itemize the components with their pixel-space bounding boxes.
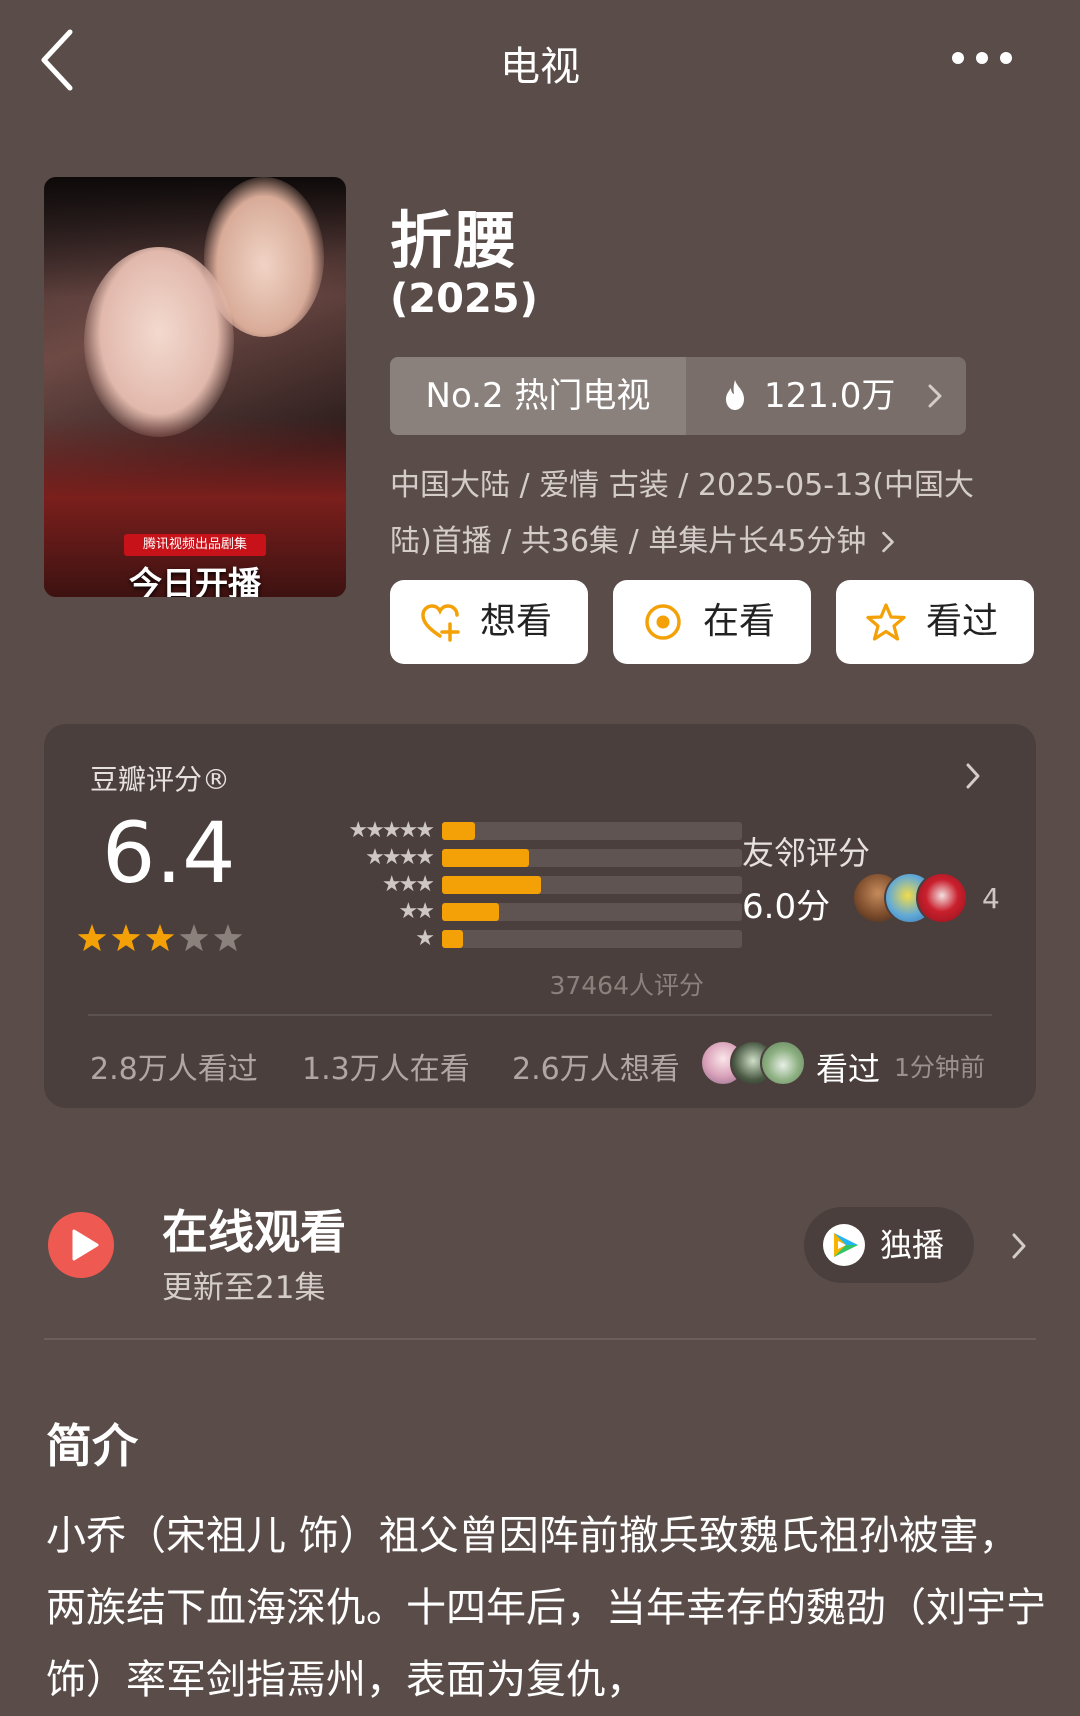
show-title: 折腰 <box>390 204 519 277</box>
watching-label: 在看 <box>703 601 776 642</box>
rating-stars <box>77 924 243 952</box>
histogram-track <box>442 822 742 840</box>
more-options-icon[interactable] <box>950 48 1014 68</box>
histogram-row: ★★★ <box>266 872 742 897</box>
intro-heading: 简介 <box>46 1419 138 1473</box>
poster-actor-female <box>84 247 234 437</box>
rank-label: No.2 热门电视 <box>390 357 686 435</box>
rating-count: 37464人评分 <box>549 971 704 1000</box>
meta-line-2: 陆)首播 / 共36集 / 单集片长45分钟 <box>390 524 867 559</box>
watched-button[interactable]: 看过 <box>836 580 1034 664</box>
douban-rating-label: 豆瓣评分® <box>90 763 231 796</box>
rating-card[interactable]: 豆瓣评分® 6.4 ★★★★★ ★★★★ ★★★ ★★ ★ 37464人评分 友邻评分 … <box>44 724 1036 1108</box>
histogram-track <box>442 930 742 948</box>
friend-avatars[interactable] <box>700 1040 810 1086</box>
want-to-watch-button[interactable]: 想看 <box>390 580 588 664</box>
watched-label: 看过 <box>926 601 999 642</box>
heat-section: 121.0万 <box>686 357 966 435</box>
histogram-bar <box>442 822 475 840</box>
histogram-bar <box>442 849 529 867</box>
chevron-right-icon[interactable] <box>964 762 982 790</box>
star-icon <box>179 924 209 952</box>
online-watch-title[interactable]: 在线观看 <box>162 1196 346 1262</box>
rating-score: 6.4 <box>102 804 236 902</box>
play-icon[interactable] <box>48 1212 114 1278</box>
histogram-row: ★★★★ <box>266 845 742 870</box>
histogram-bar <box>442 930 463 948</box>
friend-action-time: 1分钟前 <box>894 1053 985 1082</box>
star-icon <box>213 924 243 952</box>
star-icon <box>866 603 906 641</box>
neighbor-rating-score: 6.0分 <box>742 887 831 927</box>
star-icon <box>77 924 107 952</box>
histogram-track <box>442 903 742 921</box>
fire-icon <box>726 380 744 410</box>
histogram-star-label: ★★★★ <box>365 845 435 870</box>
online-watch-subtitle: 更新至21集 <box>162 1270 326 1306</box>
histogram-row: ★ <box>266 926 742 951</box>
friend-action: 看过 <box>816 1050 881 1088</box>
meta-line-2-row: 陆)首播 / 共36集 / 单集片长45分钟 <box>390 514 1030 570</box>
platform-label: 独播 <box>880 1226 945 1264</box>
platform-button[interactable]: 独播 <box>804 1207 974 1283</box>
avatar <box>760 1040 806 1086</box>
avatar <box>916 872 968 924</box>
histogram-row: ★★★★★ <box>266 818 742 843</box>
histogram-star-label: ★★★★★ <box>348 818 435 843</box>
watched-count: 2.8万人看过 <box>90 1052 258 1087</box>
meta-line-1: 中国大陆 / 爱情 古装 / 2025-05-13(中国大 <box>390 468 974 503</box>
top-bar: 电视 <box>0 0 1080 130</box>
watching-count: 1.3万人在看 <box>302 1052 470 1087</box>
want-count: 2.6万人想看 <box>512 1052 680 1087</box>
intro-text[interactable]: 小乔（宋祖儿 饰）祖父曾因阵前撤兵致魏氏祖孙被害，两族结下血海深仇。十四年后，当… <box>46 1500 1046 1716</box>
watching-button[interactable]: 在看 <box>613 580 811 664</box>
histogram-track <box>442 876 742 894</box>
chevron-right-icon <box>882 531 895 553</box>
poster-subtitle: 腾讯视频出品剧集 <box>124 534 266 556</box>
histogram-star-label: ★ <box>415 926 435 951</box>
chevron-right-icon[interactable] <box>1010 1232 1028 1260</box>
show-year: (2025) <box>390 276 538 322</box>
heart-plus-icon <box>421 604 460 642</box>
show-poster[interactable]: 腾讯视频出品剧集 今日开播 <box>44 177 346 597</box>
divider <box>44 1338 1036 1340</box>
show-meta[interactable]: 中国大陆 / 爱情 古装 / 2025-05-13(中国大 陆)首播 / 共36… <box>390 458 1030 570</box>
neighbor-rating-label: 友邻评分 <box>742 834 871 872</box>
target-circle-icon <box>645 604 681 640</box>
neighbor-count: 4 <box>982 882 1000 915</box>
star-icon <box>145 924 175 952</box>
heat-count: 121.0万 <box>764 376 896 416</box>
tencent-video-icon <box>823 1224 865 1266</box>
page-title: 电视 <box>500 44 580 90</box>
histogram-bar <box>442 876 541 894</box>
histogram-track <box>442 849 742 867</box>
histogram-star-label: ★★★ <box>381 872 435 897</box>
histogram-bar <box>442 903 499 921</box>
chevron-right-icon <box>928 384 942 408</box>
histogram-row: ★★ <box>266 899 742 924</box>
want-label: 想看 <box>480 601 553 642</box>
divider <box>88 1014 992 1016</box>
poster-caption: 今日开播 <box>129 564 261 597</box>
ranking-pill[interactable]: No.2 热门电视 121.0万 <box>390 357 966 435</box>
star-icon <box>111 924 141 952</box>
histogram-star-label: ★★ <box>398 899 435 924</box>
